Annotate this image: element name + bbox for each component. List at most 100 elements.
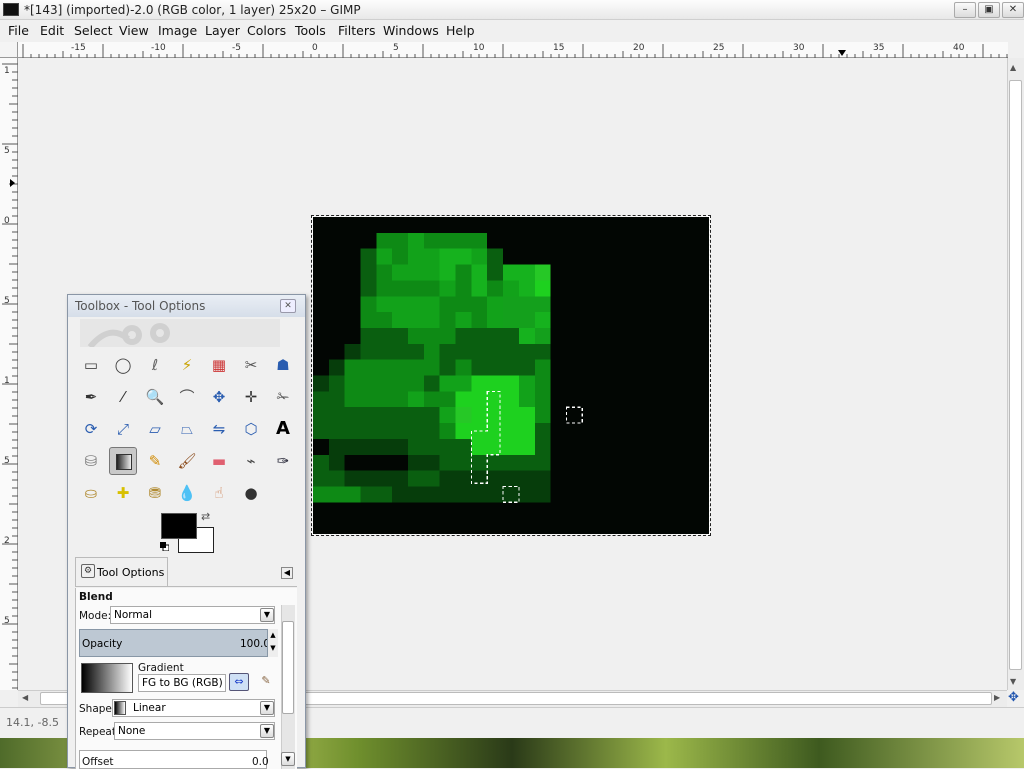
lasso-icon[interactable]: ℓ — [141, 351, 169, 379]
reverse-gradient-icon[interactable]: ⇔ — [229, 673, 249, 691]
tab-divider — [75, 586, 297, 587]
shape-label: Shape: — [79, 703, 116, 715]
bucket-fill-icon[interactable]: ⛁ — [77, 447, 105, 475]
menu-layer[interactable]: Layer — [205, 23, 240, 38]
menu-select[interactable]: Select — [74, 23, 113, 38]
menu-edit[interactable]: Edit — [40, 23, 64, 38]
move-icon[interactable]: ✥ — [205, 383, 233, 411]
menu-filters[interactable]: Filters — [338, 23, 375, 38]
minimize-button[interactable]: – — [954, 2, 976, 18]
scale-icon[interactable]: ⤢ — [109, 415, 137, 443]
color-picker-icon[interactable]: ⁄ — [109, 383, 137, 411]
airbrush-icon[interactable]: ⌁ — [237, 447, 265, 475]
tool-options-icon: ⚙ — [81, 564, 95, 578]
foreground-select-icon[interactable]: ☗ — [269, 351, 297, 379]
menu-image[interactable]: Image — [158, 23, 197, 38]
pointer-marker-icon — [10, 179, 15, 187]
opacity-label: Opacity — [82, 638, 123, 650]
select-by-color-icon[interactable]: ▦ — [205, 351, 233, 379]
magic-wand-icon[interactable]: ⚡ — [173, 351, 201, 379]
measure-icon[interactable]: ⌒ — [173, 383, 201, 411]
tool-options-scrollbar-thumb[interactable] — [282, 621, 294, 714]
default-colors-icon[interactable] — [160, 542, 169, 551]
window-title: *[143] (imported)-2.0 (RGB color, 1 laye… — [24, 3, 361, 17]
text-icon[interactable]: A — [269, 415, 297, 443]
tab-tool-options-label: Tool Options — [97, 566, 165, 579]
scroll-down-icon[interactable]: ▼ — [281, 752, 295, 766]
scroll-right-icon[interactable]: ▶ — [994, 693, 1000, 702]
opacity-spin-buttons[interactable]: ▲ ▼ — [267, 629, 278, 657]
foreground-color-swatch[interactable] — [161, 513, 197, 539]
toolbox-title: Toolbox - Tool Options — [75, 299, 206, 313]
chevron-down-icon[interactable]: ▼ — [260, 724, 274, 738]
ruler-corner[interactable] — [0, 42, 18, 58]
eraser-icon[interactable]: ▬ — [205, 447, 233, 475]
scroll-up-icon[interactable]: ▲ — [1010, 63, 1016, 72]
vertical-scrollbar-thumb[interactable] — [1009, 80, 1022, 670]
linear-shape-icon — [114, 701, 126, 715]
shear-icon[interactable]: ▱ — [141, 415, 169, 443]
gradient-swatch — [116, 454, 132, 470]
rect-select-icon[interactable]: ▭ — [77, 351, 105, 379]
align-icon[interactable]: ✛ — [237, 383, 265, 411]
pointer-coordinates: 14.1, -8.5 — [6, 716, 59, 729]
zoom-icon[interactable]: 🔍 — [141, 383, 169, 411]
dodge-burn-icon[interactable]: ● — [237, 479, 265, 507]
paintbrush-icon[interactable]: 🖌 — [173, 447, 201, 475]
menu-tools[interactable]: Tools — [295, 23, 326, 38]
vertical-ruler[interactable]: 1 5 0 5 1 5 2 5 — [0, 58, 18, 690]
cage-icon[interactable]: ⬡ — [237, 415, 265, 443]
menu-bar: File Edit Select View Image Layer Colors… — [0, 20, 1024, 42]
menu-file[interactable]: File — [8, 23, 29, 38]
image-canvas[interactable] — [311, 215, 711, 536]
menu-view[interactable]: View — [119, 23, 149, 38]
close-button[interactable]: ✕ — [1002, 2, 1024, 18]
chevron-down-icon[interactable]: ▼ — [260, 701, 274, 715]
restore-button[interactable]: ▣ — [978, 2, 1000, 18]
mode-label: Mode: — [79, 610, 112, 622]
perspective-icon[interactable]: ⏢ — [173, 415, 201, 443]
ink-icon[interactable]: ✑ — [269, 447, 297, 475]
ruler-ticks — [22, 44, 1008, 58]
gradient-label: Gradient — [138, 662, 184, 674]
wilber-drop-zone[interactable] — [80, 319, 280, 347]
navigate-icon[interactable]: ✥ — [1008, 690, 1019, 705]
image-thumbnail-icon — [3, 3, 19, 16]
edit-gradient-icon[interactable]: ✎ — [256, 673, 276, 691]
rotate-icon[interactable]: ⟳ — [77, 415, 105, 443]
clone-icon[interactable]: ⛀ — [77, 479, 105, 507]
gradient-name-field[interactable]: FG to BG (RGB) — [138, 674, 226, 692]
perspective-clone-icon[interactable]: ⛃ — [141, 479, 169, 507]
scissors-icon[interactable]: ✂ — [237, 351, 265, 379]
swap-colors-icon[interactable]: ⇄ — [201, 510, 210, 523]
offset-value: 0.0 — [252, 756, 269, 768]
tool-options-heading: Blend — [79, 591, 113, 603]
menu-colors[interactable]: Colors — [247, 23, 286, 38]
offset-label: Offset — [82, 756, 114, 768]
horizontal-ruler[interactable]: -15 -10 -5 0 5 10 15 20 25 30 35 40 — [18, 42, 1008, 58]
title-bar: *[143] (imported)-2.0 (RGB color, 1 laye… — [0, 0, 1024, 20]
shape-select[interactable]: Linear — [112, 699, 275, 717]
pencil-icon[interactable]: ✎ — [141, 447, 169, 475]
opacity-value: 100.0 — [240, 638, 271, 650]
gradient-preview[interactable] — [81, 663, 133, 693]
paths-icon[interactable]: ✒ — [77, 383, 105, 411]
blend-icon[interactable] — [109, 447, 137, 475]
scroll-left-icon[interactable]: ◀ — [22, 693, 28, 702]
smudge-icon[interactable]: ☝ — [205, 479, 233, 507]
flip-icon[interactable]: ⇋ — [205, 415, 233, 443]
mode-select[interactable]: Normal — [110, 606, 275, 624]
menu-help[interactable]: Help — [446, 23, 475, 38]
toolbox-window: Toolbox - Tool Options ✕ ▭ ◯ ℓ ⚡ ▦ ✂ ☗ ✒ ⁄ 🔍 ⌒ ✥ ✛ ✁ ⟳… — [67, 294, 306, 769]
close-icon[interactable]: ✕ — [280, 299, 296, 313]
chevron-down-icon[interactable]: ▼ — [260, 608, 274, 622]
scroll-down-icon[interactable]: ▼ — [1010, 677, 1016, 686]
crop-icon[interactable]: ✁ — [269, 383, 297, 411]
heal-icon[interactable]: ✚ — [109, 479, 137, 507]
toolbox-title-bar[interactable]: Toolbox - Tool Options ✕ — [68, 295, 305, 317]
blur-icon[interactable]: 💧 — [173, 479, 201, 507]
menu-windows[interactable]: Windows — [383, 23, 439, 38]
ellipse-select-icon[interactable]: ◯ — [109, 351, 137, 379]
tab-menu-icon[interactable]: ◀ — [281, 567, 293, 579]
repeat-select[interactable]: None — [114, 722, 275, 740]
